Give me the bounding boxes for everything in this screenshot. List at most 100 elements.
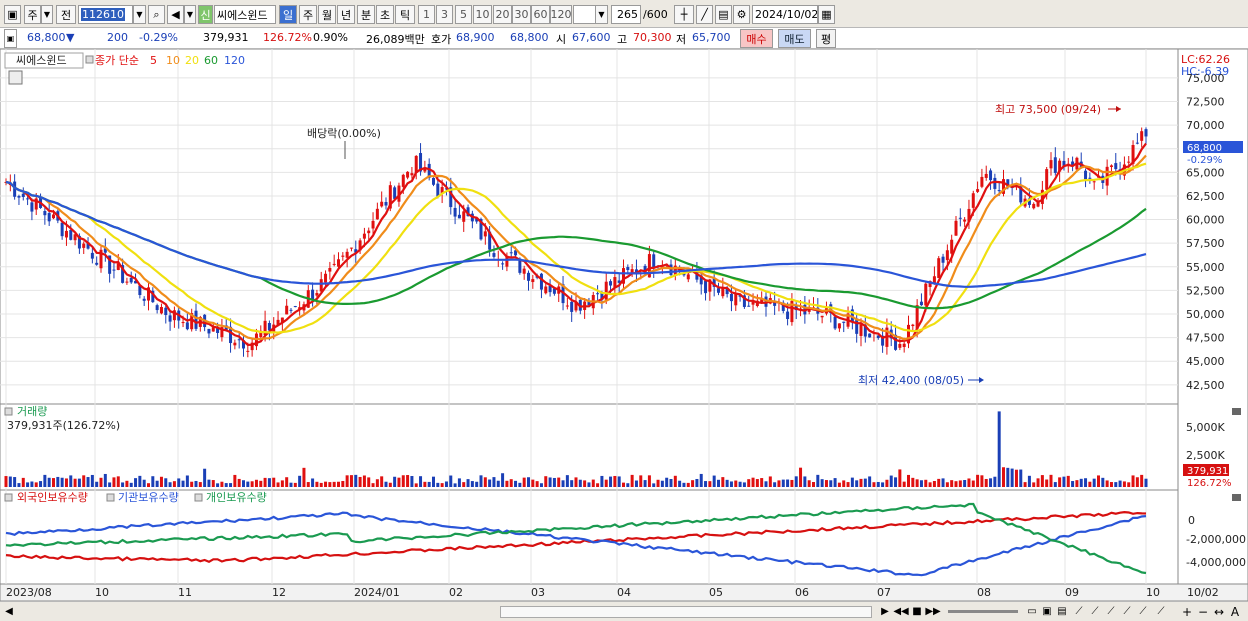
volume-bar [401,475,405,487]
ask-label: 호가 [431,33,452,46]
prev-button[interactable]: 전 [56,5,76,24]
candle-body [911,324,915,327]
buy-button[interactable]: 매수 [740,29,773,48]
candle-body [207,328,211,334]
chart-menu-icon[interactable]: ▣ [4,5,21,24]
candle-body [164,307,168,316]
layout-icon-3[interactable]: ▤ [1055,604,1069,619]
gear-icon[interactable]: ⚙ [733,5,750,24]
new-badge: 신 [198,5,213,24]
save-icon[interactable]: ▤ [715,5,732,24]
draw-tool-icon[interactable]: ╱ [696,5,713,24]
search-icon[interactable]: ⌕ [148,5,165,24]
info-toggle-icon[interactable]: ▣ [4,29,17,48]
draw-line-icon-3[interactable]: ⟋ [1104,604,1118,619]
volume-panel-close-icon[interactable] [1232,408,1241,415]
layout-icon-2[interactable]: ▣ [1040,604,1054,619]
evaluate-button[interactable]: 평 [816,29,836,48]
bottom-scrollbar[interactable]: ◀ ▶ ◀◀ ■ ▶▶ ▭ ▣ ▤ ⟋ ⟋ ⟋ ⟋ ⟋ ⟋ + − ↔ A [0,601,1248,621]
holding-tick-4m: -4,000,000 [1186,556,1246,569]
play-icon[interactable]: ▶▶ [925,604,940,619]
fit-icon[interactable]: ↔ [1212,604,1226,619]
scroll-right-icon[interactable]: ▶ [878,604,892,619]
candle-body [868,333,872,338]
holding-legend-icon-3[interactable] [194,493,203,502]
stop-icon[interactable]: ■ [910,604,924,619]
stock-chart-svg[interactable]: 75,00072,50070,00067,50065,00062,50060,0… [0,48,1248,602]
volume-bar [958,480,962,487]
volume-bar [1071,481,1075,487]
change-amount: 200 [107,31,128,44]
period-month-tab[interactable]: 월 [318,5,336,24]
period-second-tab[interactable]: 초 [376,5,394,24]
candle-body [311,289,315,300]
stock-name-field[interactable]: 씨에스윈드 [214,5,276,24]
interval-60[interactable]: 60 [531,5,550,24]
auto-scale-icon[interactable]: A [1228,604,1242,619]
speaker-icon[interactable]: ◀ [167,5,184,24]
interval-5[interactable]: 5 [455,5,472,24]
calendar-icon[interactable]: ▦ [818,5,835,24]
count-input[interactable]: 265 [611,5,641,24]
period-minute-tab[interactable]: 분 [357,5,375,24]
volume-bar [647,475,651,487]
volume-legend-icon[interactable] [4,407,13,416]
volume-bar [656,479,660,487]
code-dropdown-icon[interactable]: ▼ [133,5,146,24]
holding-legend-icon-2[interactable] [106,493,115,502]
volume-bar [112,477,116,487]
draw-line-icon-5[interactable]: ⟋ [1136,604,1150,619]
x-axis-label: 07 [877,586,891,599]
volume-bar [613,475,617,487]
speaker-dropdown-icon[interactable]: ▼ [184,5,196,24]
draw-line-icon-6[interactable]: ⟋ [1154,604,1168,619]
period-tick-tab[interactable]: 틱 [395,5,415,24]
draw-line-icon-2[interactable]: ⟋ [1088,604,1102,619]
legend-ma-icon[interactable] [85,55,94,64]
volume-bar [812,482,815,487]
layout-icon-1[interactable]: ▭ [1025,604,1039,619]
interval-3[interactable]: 3 [436,5,453,24]
interval-30[interactable]: 30 [512,5,531,24]
candle-body [462,211,466,222]
volume-bar [764,481,768,487]
week-type-select[interactable]: 주 [24,5,41,24]
period-day-tab[interactable]: 일 [279,5,297,24]
interval-20[interactable]: 20 [493,5,512,24]
candle-body [837,323,841,329]
interval-10[interactable]: 10 [473,5,492,24]
zoom-slider[interactable] [948,610,1018,613]
volume-bar [462,482,466,487]
date-input[interactable]: 2024/10/02 [752,5,818,24]
grid-toggle-icon[interactable] [8,70,23,85]
volume-bar [881,482,885,487]
volume-bar [207,479,211,487]
volume-bar [1084,478,1088,487]
draw-line-icon-1[interactable]: ⟋ [1072,604,1086,619]
chevron-down-icon[interactable]: ▼ [41,5,53,24]
rewind-icon[interactable]: ◀◀ [893,604,908,619]
draw-line-icon-4[interactable]: ⟋ [1120,604,1134,619]
volume-bar [155,480,159,487]
volume-bar [198,482,202,487]
holding-legend-icon-1[interactable] [4,493,13,502]
interval-1[interactable]: 1 [418,5,435,24]
interval-120[interactable]: 120 [550,5,572,24]
scroll-left-icon[interactable]: ◀ [3,604,15,619]
scroll-thumb[interactable] [500,606,872,618]
chart-area[interactable]: 75,00072,50070,00067,50065,00062,50060,0… [0,48,1248,602]
volume-bar [488,479,492,487]
volume-bar [324,481,328,487]
interval-dropdown-icon[interactable]: ▼ [595,5,608,24]
zoom-in-icon[interactable]: + [1180,604,1194,619]
sell-button[interactable]: 매도 [778,29,811,48]
period-year-tab[interactable]: 년 [337,5,355,24]
stock-code-input[interactable]: 112610 [78,5,133,24]
candle-type-icon[interactable]: ┼ [674,5,694,24]
zoom-out-icon[interactable]: − [1196,604,1210,619]
volume-bar [837,482,841,487]
period-week-tab[interactable]: 주 [299,5,317,24]
volume-bar [1127,482,1131,487]
volume-bar [168,482,172,487]
holding-panel-close-icon[interactable] [1232,494,1241,501]
